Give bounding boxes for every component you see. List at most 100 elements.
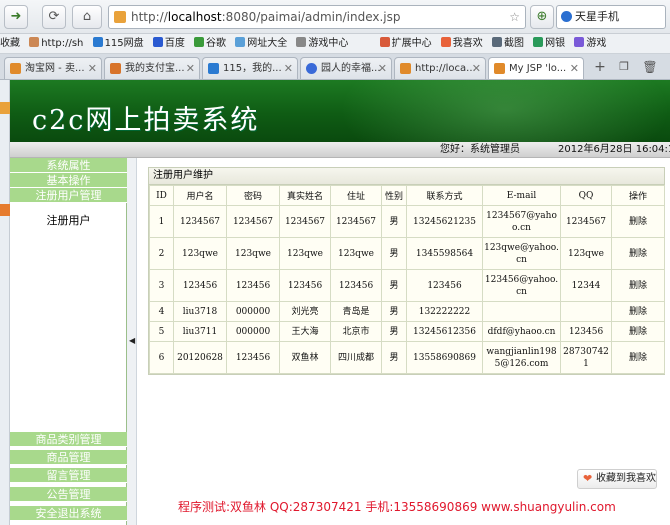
new-tab-button[interactable]: +	[590, 58, 610, 78]
trash-button[interactable]: 🗑	[640, 58, 660, 78]
gamepad-icon	[296, 37, 307, 47]
url-rest: :8080/paimai/admin/index.jsp	[221, 10, 401, 24]
bookmark-item[interactable]: 网址大全	[235, 34, 287, 53]
delete-link[interactable]: 删除	[611, 269, 665, 302]
arrow-right-icon: ➜	[10, 9, 22, 24]
bookmarks-bar: 收藏 http://sh 115网盘 百度 谷歌 网址大全 游戏中心 扩展中心 …	[0, 34, 670, 54]
table-cell: 132222222	[406, 301, 483, 322]
bookmark-label: 网址大全	[247, 38, 288, 49]
close-icon[interactable]: ✕	[570, 58, 579, 79]
table-cell: 男	[381, 301, 407, 322]
delete-link[interactable]: 删除	[611, 341, 665, 374]
toolbar-item[interactable]: 截图	[491, 34, 524, 53]
site-banner: c2c网上拍卖系统	[10, 80, 670, 142]
forward-button[interactable]: ➜	[4, 5, 28, 29]
trash-icon: 🗑	[642, 60, 658, 74]
tab-115[interactable]: 115，我的... ✕	[202, 57, 298, 79]
table-cell: 12344	[560, 269, 612, 302]
table-cell: 男	[381, 237, 407, 270]
table-row: 1 1234567 1234567 1234567 1234567 男 1324562123…	[149, 205, 665, 238]
collapse-arrow-icon[interactable]: ◀	[129, 336, 135, 345]
table-cell: 13245621235	[406, 205, 483, 238]
menu-message-management[interactable]: 留言管理	[10, 468, 127, 483]
tab-my-jsp[interactable]: My JSP 'lo... ✕	[488, 57, 584, 79]
side-app-icon[interactable]	[0, 204, 10, 216]
close-icon[interactable]: ✕	[186, 58, 195, 79]
table-cell: 1234567	[330, 205, 382, 238]
bookmark-item[interactable]: 游戏中心	[296, 34, 348, 53]
bookmark-item[interactable]: 收藏	[0, 34, 20, 53]
home-button[interactable]: ⌂	[72, 5, 102, 29]
table-cell	[560, 301, 612, 322]
tab-label: 淘宝网 - 卖...	[25, 63, 85, 74]
table-cell: 双鱼林	[279, 341, 331, 374]
bookmark-label: 115网盘	[104, 38, 144, 49]
toolbar-item[interactable]: 扩展中心	[379, 34, 432, 53]
tab-video[interactable]: 园人的幸福... ✕	[300, 57, 392, 79]
toolbar-item[interactable]: 网银	[533, 34, 565, 53]
bank-icon	[533, 37, 544, 47]
menu-goods-management[interactable]: 商品管理	[10, 450, 127, 465]
user-table: ID 用户名 密码 真实姓名 住址 性别 联系方式 E-mail QQ 操作 1 1234567 12…	[149, 185, 665, 374]
table-cell: wangjianlin1985@126.com	[482, 341, 561, 374]
menu-registered-users[interactable]: 注册用户	[10, 213, 127, 229]
table-cell: 123456	[173, 269, 227, 302]
menu-system-properties[interactable]: 系统属性	[10, 158, 127, 173]
toolbar-item[interactable]: 我喜欢	[440, 34, 483, 53]
table-cell: 1234567	[279, 205, 331, 238]
table-cell: 123qwe	[279, 237, 331, 270]
side-app-icon[interactable]	[0, 102, 10, 114]
search-input[interactable]: 天星手机	[556, 5, 666, 29]
tab-favicon-icon	[494, 63, 505, 74]
table-cell: 000000	[226, 321, 280, 342]
bookmark-item[interactable]: http://sh	[29, 34, 83, 53]
menu-logout[interactable]: 安全退出系统	[10, 506, 127, 521]
close-icon[interactable]: ✕	[88, 58, 97, 79]
column-header: QQ	[560, 185, 612, 206]
table-cell: 1234567	[560, 205, 612, 238]
delete-link[interactable]: 删除	[611, 301, 665, 322]
menu-basic-operations[interactable]: 基本操作	[10, 173, 127, 188]
menu-notice-management[interactable]: 公告管理	[10, 487, 127, 502]
tab-label: My JSP 'lo...	[509, 63, 567, 74]
bookmark-item[interactable]: 百度	[152, 34, 185, 53]
bookmark-item[interactable]: 谷歌	[194, 34, 226, 53]
bookmark-icon	[194, 37, 205, 47]
menu-splitter[interactable]: ◀	[127, 158, 137, 525]
table-cell: 123qwe	[173, 237, 227, 270]
table-cell: 男	[381, 321, 407, 342]
table-row: 3 123456 123456 123456 123456 男 123456 123456@y…	[149, 269, 665, 302]
shield-icon: ⊕	[536, 9, 548, 24]
close-icon[interactable]: ✕	[284, 58, 293, 79]
address-bar[interactable]: http://localhost:8080/paimai/admin/index…	[108, 5, 526, 29]
url-prefix: http://	[131, 10, 168, 24]
refresh-button[interactable]: ⟳	[42, 5, 66, 29]
table-row: 5 liu3711 000000 王大海 北京市男 13245612356 dfdf@yha…	[149, 321, 665, 342]
menu-category-management[interactable]: 商品类别管理	[10, 432, 127, 447]
tab-taobao[interactable]: 淘宝网 - 卖... ✕	[4, 57, 102, 79]
toolbar-label: 截图	[503, 38, 524, 49]
bookmark-item[interactable]: 115网盘	[92, 34, 144, 53]
heart-icon: ❤	[583, 472, 593, 485]
delete-link[interactable]: 删除	[611, 321, 665, 342]
greeting-text: 您好：系统管理员	[440, 144, 520, 155]
scissors-icon	[491, 37, 502, 47]
add-to-favorites-button[interactable]: ❤ 收藏到我喜欢	[577, 469, 657, 489]
menu-user-management[interactable]: 注册用户管理	[10, 188, 127, 203]
tab-alipay[interactable]: 我的支付宝... ✕	[104, 57, 200, 79]
star-icon[interactable]: ☆	[509, 6, 520, 28]
tab-localhost[interactable]: http://loca... ✕	[394, 57, 486, 79]
delete-link[interactable]: 删除	[611, 205, 665, 238]
tab-label: 115，我的...	[223, 63, 282, 74]
tab-list-button[interactable]: ❐	[614, 58, 634, 78]
table-cell: 王大海	[279, 321, 331, 342]
user-maintenance-panel: 注册用户维护 ID 用户名 密码 真实姓名 住址 性别 联系方式 E-mail QQ 操作 1 12…	[148, 167, 665, 375]
table-cell: 2	[149, 237, 174, 270]
toolbar-item[interactable]: 游戏	[574, 34, 606, 53]
close-icon[interactable]: ✕	[378, 58, 387, 79]
close-icon[interactable]: ✕	[472, 58, 481, 79]
table-cell: 123456	[226, 341, 280, 374]
tab-favicon-icon	[110, 63, 121, 74]
shield-button[interactable]: ⊕	[530, 5, 554, 29]
delete-link[interactable]: 删除	[611, 237, 665, 270]
